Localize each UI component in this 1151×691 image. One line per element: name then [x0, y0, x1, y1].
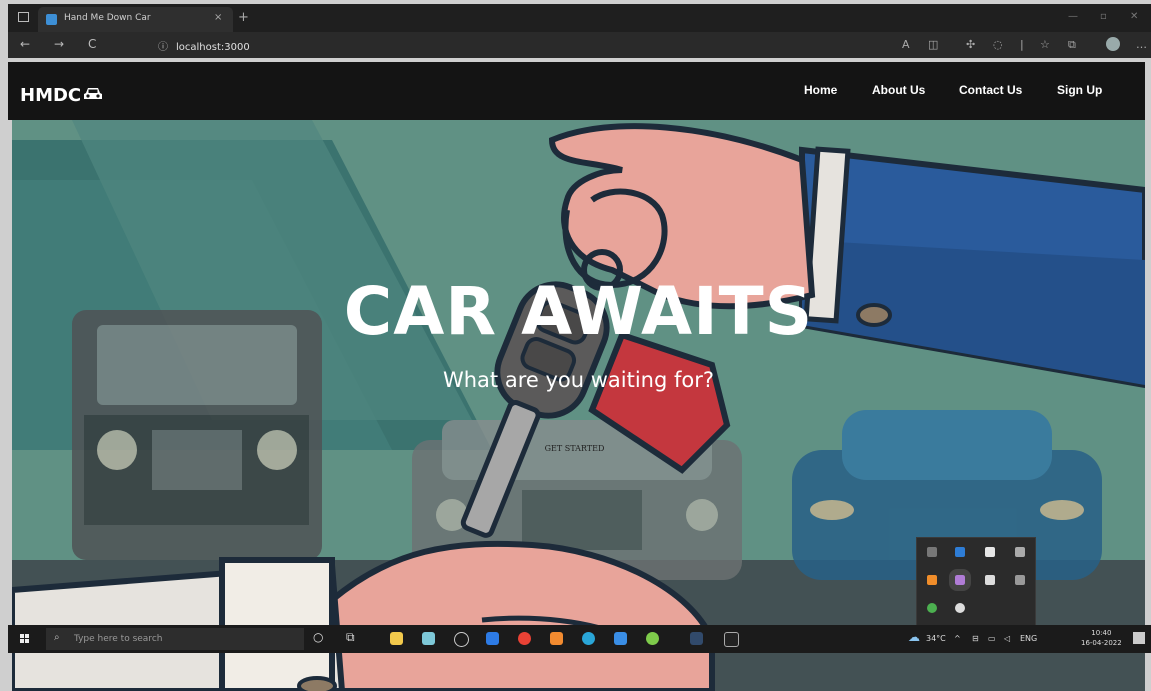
teamviewer-icon[interactable]: [614, 632, 627, 645]
car-icon: [83, 87, 103, 105]
nav-sign-up[interactable]: Sign Up: [1057, 83, 1102, 97]
security-icon[interactable]: [1015, 575, 1025, 585]
pen-icon[interactable]: [949, 569, 971, 591]
brand-logo[interactable]: HMDC: [20, 85, 103, 106]
search-placeholder: Type here to search: [74, 634, 163, 644]
site-info-icon[interactable]: ⓘ: [158, 42, 168, 53]
app-tray-icon[interactable]: [985, 547, 995, 557]
separator-icon: |: [1020, 38, 1024, 51]
forward-icon[interactable]: →: [54, 37, 64, 51]
settings-icon[interactable]: [955, 603, 965, 613]
browser-tab[interactable]: Hand Me Down Car ×: [38, 7, 233, 32]
chrome-icon[interactable]: [518, 632, 531, 645]
extension-icon[interactable]: ◫: [928, 38, 938, 51]
volume-icon[interactable]: ◁: [1004, 634, 1010, 643]
puzzle-icon[interactable]: ✣: [966, 38, 975, 51]
window-menu-icon[interactable]: [18, 12, 29, 22]
edge-icon[interactable]: [582, 632, 595, 645]
profile-avatar-icon[interactable]: [1106, 37, 1120, 51]
hero-title: CAR AWAITS: [343, 273, 814, 350]
green-app-icon[interactable]: [927, 603, 937, 613]
whatsapp-icon[interactable]: [646, 632, 659, 645]
get-started-button[interactable]: GET STARTED: [532, 444, 617, 453]
close-window-icon[interactable]: ✕: [1130, 11, 1138, 22]
orange-app-icon[interactable]: [927, 575, 937, 585]
tab-title: Hand Me Down Car: [64, 13, 151, 23]
weather-icon[interactable]: ☁: [908, 630, 920, 644]
zoom-icon[interactable]: [486, 632, 499, 645]
new-tab-icon[interactable]: +: [238, 10, 249, 25]
store-icon[interactable]: [422, 632, 435, 645]
tab-close-icon[interactable]: ×: [214, 12, 222, 23]
chevron-up-icon[interactable]: ^: [954, 634, 961, 643]
tab-favicon-icon: [46, 14, 57, 25]
clock-date: 16-04-2022: [1081, 639, 1122, 647]
back-icon[interactable]: ←: [20, 37, 30, 51]
nav-about-us[interactable]: About Us: [872, 83, 925, 97]
nav-contact-us[interactable]: Contact Us: [959, 83, 1022, 97]
bluetooth-icon[interactable]: [955, 547, 965, 557]
windows-start-icon[interactable]: [20, 634, 30, 644]
browser-address-bar: ← → C ⓘ localhost:3000 A ◫ ✣ ◌ | ☆ ⧉ …: [8, 32, 1151, 58]
browser-titlebar: Hand Me Down Car × + — ▫ ✕: [8, 4, 1151, 32]
minimize-icon[interactable]: —: [1068, 11, 1078, 22]
weather-temp[interactable]: 34°C: [926, 634, 946, 643]
tray-overflow-popup: [916, 537, 1036, 627]
terminal-icon[interactable]: [724, 632, 739, 647]
read-aloud-icon[interactable]: A: [902, 38, 910, 51]
url-field[interactable]: ⓘ localhost:3000: [158, 38, 250, 53]
taskbar-clock[interactable]: 10:40 16-04-2022: [1081, 628, 1122, 648]
hero-subtitle: What are you waiting for?: [442, 368, 715, 392]
usb-icon[interactable]: [1015, 547, 1025, 557]
display-icon[interactable]: [985, 575, 995, 585]
favorites-icon[interactable]: ☆: [1040, 38, 1050, 51]
battery-icon[interactable]: ▭: [988, 634, 996, 643]
refresh-icon[interactable]: C: [88, 37, 96, 51]
clock-time: 10:40: [1091, 629, 1112, 637]
language-indicator[interactable]: ENG: [1020, 634, 1037, 643]
vscode-icon[interactable]: [690, 632, 703, 645]
windows-taskbar: ⌕ Type here to search ○ ⧉ ☁ 34°C ^ ⊟ ▭ ◁…: [8, 625, 1151, 653]
dell-icon[interactable]: [454, 632, 469, 647]
url-text: localhost:3000: [176, 42, 250, 53]
cortana-icon[interactable]: ○: [313, 630, 323, 644]
shield-icon[interactable]: ◌: [993, 38, 1003, 51]
nav-home[interactable]: Home: [804, 83, 837, 97]
network-icon[interactable]: ⊟: [972, 634, 979, 643]
taskbar-search[interactable]: ⌕ Type here to search: [46, 628, 304, 650]
maximize-icon[interactable]: ▫: [1100, 11, 1107, 22]
search-icon: ⌕: [54, 632, 60, 643]
speaker-icon[interactable]: [927, 547, 937, 557]
file-explorer-icon[interactable]: [390, 632, 403, 645]
notification-icon[interactable]: [1133, 632, 1145, 644]
more-menu-icon[interactable]: …: [1136, 38, 1147, 51]
task-view-icon[interactable]: ⧉: [346, 630, 355, 645]
collections-icon[interactable]: ⧉: [1068, 38, 1076, 52]
site-navbar: HMDC Home About Us Contact Us Sign Up: [8, 62, 1145, 120]
brand-text: HMDC: [20, 85, 82, 106]
orange-app-taskbar-icon[interactable]: [550, 632, 563, 645]
